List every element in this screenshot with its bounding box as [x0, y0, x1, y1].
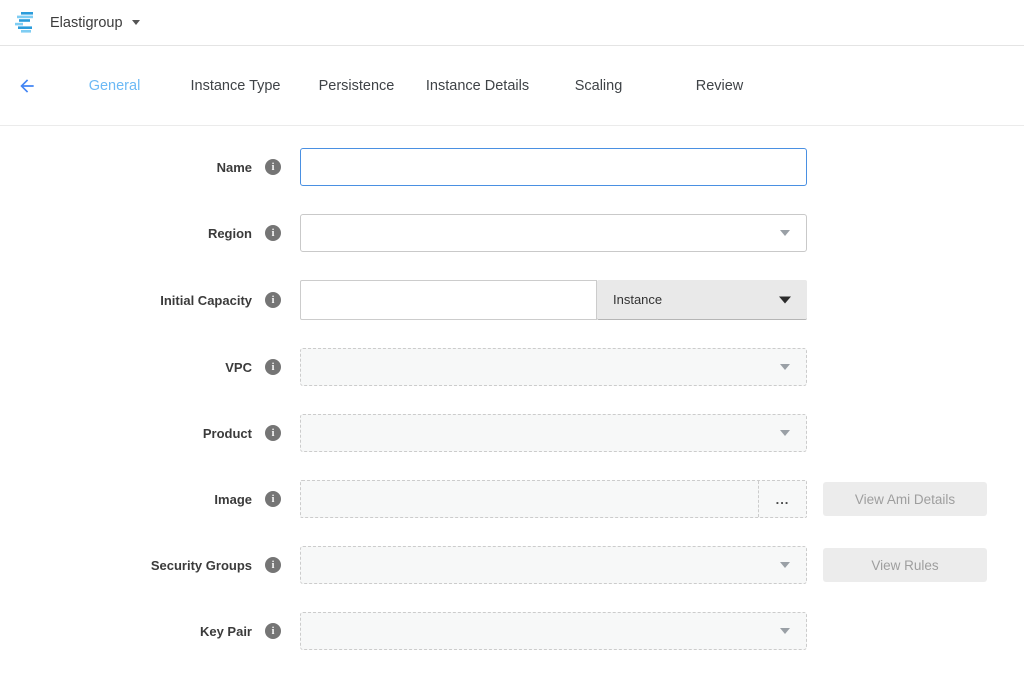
- back-button[interactable]: [0, 76, 54, 96]
- capacity-unit-value: Instance: [613, 292, 662, 307]
- info-icon[interactable]: i: [265, 491, 281, 507]
- app-header: Elastigroup: [0, 0, 1024, 46]
- name-field-label: Name: [0, 160, 252, 175]
- vpc-select: [300, 348, 807, 386]
- info-icon[interactable]: i: [265, 159, 281, 175]
- product-field-label: Product: [0, 426, 252, 441]
- initial-capacity-input[interactable]: [300, 280, 597, 320]
- tab-scaling[interactable]: Scaling: [538, 78, 659, 94]
- image-value: [301, 481, 758, 517]
- key-pair-select: [300, 612, 807, 650]
- wizard-tab-bar: General Instance Type Persistence Instan…: [0, 46, 1024, 126]
- image-field-row: Image i ... View Ami Details: [0, 480, 1024, 518]
- product-select: [300, 414, 807, 452]
- vpc-field-row: VPC i: [0, 348, 1024, 386]
- security-groups-select: [300, 546, 807, 584]
- caret-down-icon: [779, 296, 791, 303]
- security-groups-field-row: Security Groups i View Rules: [0, 546, 1024, 584]
- info-icon[interactable]: i: [265, 359, 281, 375]
- vpc-field-label: VPC: [0, 360, 252, 375]
- app-switcher-label[interactable]: Elastigroup: [50, 15, 123, 31]
- name-input[interactable]: [300, 148, 807, 186]
- chevron-down-icon: [780, 562, 790, 568]
- image-input: ...: [300, 480, 807, 518]
- capacity-unit-select[interactable]: Instance: [597, 280, 807, 320]
- general-settings-form: Name i Region i Initial Capacity i Insta…: [0, 126, 1024, 650]
- back-arrow-icon: [17, 76, 37, 96]
- info-icon[interactable]: i: [265, 623, 281, 639]
- key-pair-field-label: Key Pair: [0, 624, 252, 639]
- name-field-row: Name i: [0, 148, 1024, 186]
- chevron-down-icon: [780, 628, 790, 634]
- security-groups-field-label: Security Groups: [0, 558, 252, 573]
- image-field-label: Image: [0, 492, 252, 507]
- tab-instance-details[interactable]: Instance Details: [417, 78, 538, 94]
- tab-general[interactable]: General: [54, 78, 175, 94]
- info-icon[interactable]: i: [265, 292, 281, 308]
- tab-review[interactable]: Review: [659, 78, 780, 94]
- product-field-row: Product i: [0, 414, 1024, 452]
- chevron-down-icon: [780, 230, 790, 236]
- view-ami-details-button[interactable]: View Ami Details: [823, 482, 987, 516]
- elastigroup-logo-icon: [14, 11, 39, 34]
- image-browse-button[interactable]: ...: [758, 481, 806, 517]
- info-icon[interactable]: i: [265, 557, 281, 573]
- region-select[interactable]: [300, 214, 807, 252]
- info-icon[interactable]: i: [265, 225, 281, 241]
- region-field-label: Region: [0, 226, 252, 241]
- tab-persistence[interactable]: Persistence: [296, 78, 417, 94]
- info-icon[interactable]: i: [265, 425, 281, 441]
- chevron-down-icon: [780, 430, 790, 436]
- chevron-down-icon: [780, 364, 790, 370]
- tab-instance-type[interactable]: Instance Type: [175, 78, 296, 94]
- key-pair-field-row: Key Pair i: [0, 612, 1024, 650]
- region-field-row: Region i: [0, 214, 1024, 252]
- initial-capacity-field-row: Initial Capacity i Instance: [0, 280, 1024, 320]
- chevron-down-icon[interactable]: [132, 20, 140, 25]
- initial-capacity-field-label: Initial Capacity: [0, 293, 252, 308]
- view-rules-button[interactable]: View Rules: [823, 548, 987, 582]
